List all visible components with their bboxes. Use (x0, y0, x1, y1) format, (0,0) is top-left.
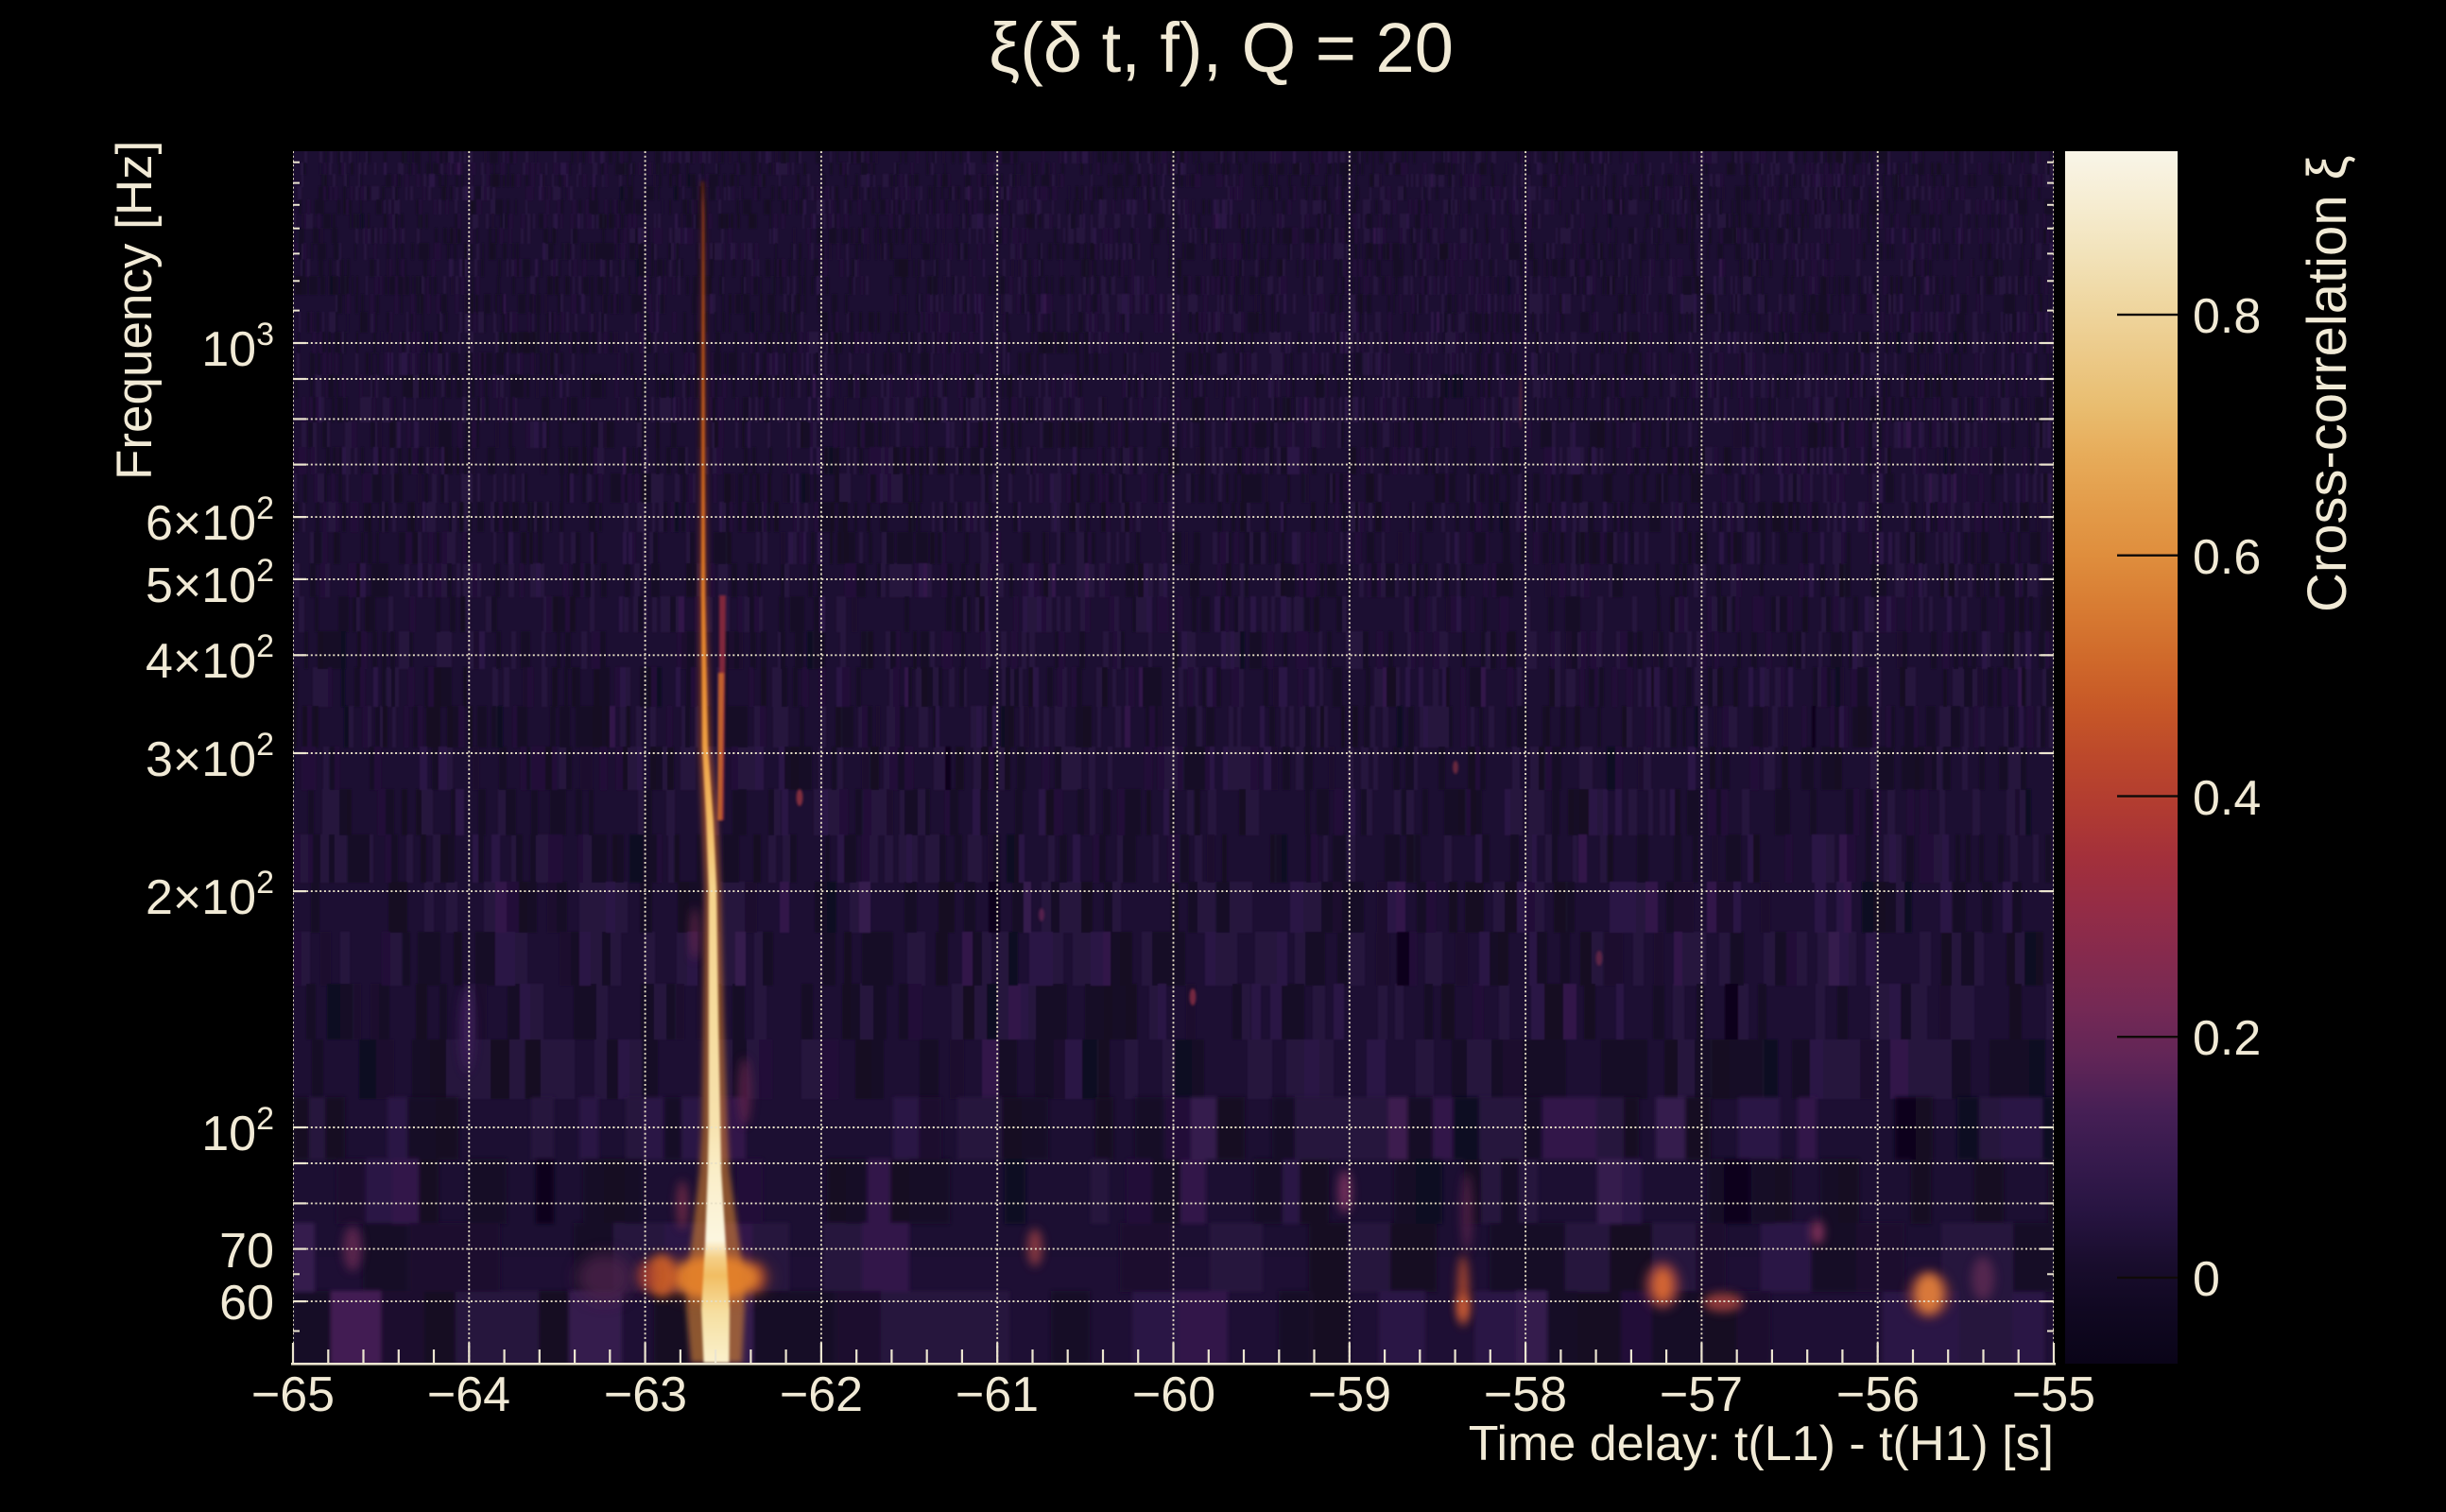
svg-text:−58: −58 (1484, 1367, 1567, 1422)
svg-text:6×102: 6×102 (146, 490, 274, 551)
svg-text:0.6: 0.6 (2193, 530, 2261, 585)
svg-text:−62: −62 (780, 1367, 863, 1422)
svg-text:0.2: 0.2 (2193, 1011, 2261, 1066)
svg-text:−60: −60 (1132, 1367, 1215, 1422)
svg-text:4×102: 4×102 (146, 628, 274, 689)
svg-text:−59: −59 (1308, 1367, 1391, 1422)
svg-text:0: 0 (2193, 1252, 2220, 1307)
svg-text:−57: −57 (1660, 1367, 1743, 1422)
svg-text:5×102: 5×102 (146, 553, 274, 613)
svg-text:ξ(δ t, f), Q = 20: ξ(δ t, f), Q = 20 (989, 9, 1454, 87)
svg-text:60: 60 (219, 1276, 274, 1331)
svg-text:Cross-correlation ξ: Cross-correlation ξ (2297, 155, 2358, 612)
svg-text:−63: −63 (604, 1367, 687, 1422)
svg-text:−65: −65 (251, 1367, 335, 1422)
svg-text:2×102: 2×102 (146, 865, 274, 925)
svg-text:Time delay: t(L1) - t(H1) [s]: Time delay: t(L1) - t(H1) [s] (1469, 1417, 2054, 1471)
svg-text:0.4: 0.4 (2193, 771, 2261, 826)
svg-text:−56: −56 (1836, 1367, 1920, 1422)
svg-text:Frequency [Hz]: Frequency [Hz] (107, 141, 163, 480)
svg-text:−55: −55 (2012, 1367, 2095, 1422)
svg-text:0.8: 0.8 (2193, 289, 2261, 344)
svg-text:−64: −64 (427, 1367, 510, 1422)
svg-text:70: 70 (219, 1224, 274, 1279)
svg-text:3×102: 3×102 (146, 727, 274, 787)
svg-text:−61: −61 (956, 1367, 1039, 1422)
